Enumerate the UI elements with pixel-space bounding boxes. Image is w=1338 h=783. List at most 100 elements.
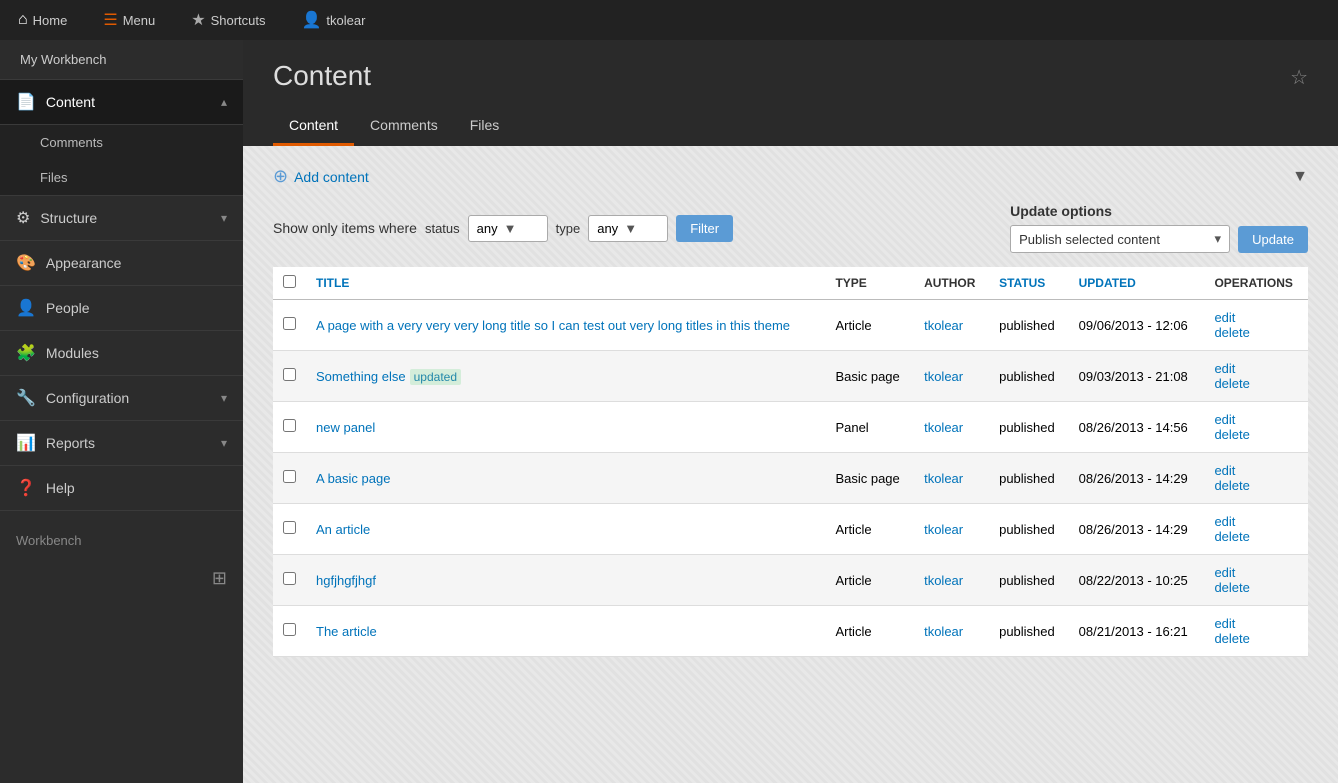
- sidebar-item-modules[interactable]: 🧩 Modules: [0, 331, 243, 376]
- col-updated[interactable]: UPDATED: [1069, 267, 1205, 300]
- tab-files[interactable]: Files: [454, 107, 516, 146]
- chevron-down-icon-config: ▾: [221, 391, 227, 405]
- sidebar-item-people-label: People: [46, 300, 90, 316]
- content-title-link[interactable]: new panel: [316, 420, 375, 435]
- sidebar-my-workbench[interactable]: My Workbench: [0, 40, 243, 80]
- sidebar-item-content[interactable]: 📄 Content ▴: [0, 80, 243, 125]
- op-delete-link[interactable]: delete: [1214, 427, 1298, 442]
- op-delete-link[interactable]: delete: [1214, 478, 1298, 493]
- nav-shortcuts-label: Shortcuts: [211, 13, 266, 28]
- status-select-value: any: [477, 221, 498, 236]
- content-type: Basic page: [825, 453, 914, 504]
- content-icon: 📄: [16, 92, 36, 112]
- col-status[interactable]: STATUS: [989, 267, 1069, 300]
- sidebar-sub-comments[interactable]: Comments: [0, 125, 243, 160]
- tab-content[interactable]: Content: [273, 107, 354, 146]
- content-area: Content Content Comments Files ☆ ⊕ Add c…: [243, 40, 1338, 783]
- row-checkbox[interactable]: [283, 317, 296, 330]
- content-title-link[interactable]: A basic page: [316, 471, 390, 486]
- sidebar-content-submenu: Comments Files: [0, 125, 243, 196]
- content-header: Content Content Comments Files ☆: [243, 40, 1338, 146]
- people-icon: 👤: [16, 298, 36, 318]
- nav-home-label: Home: [33, 13, 68, 28]
- row-checkbox[interactable]: [283, 470, 296, 483]
- author-link[interactable]: tkolear: [924, 522, 963, 537]
- op-edit-link[interactable]: edit: [1214, 565, 1298, 580]
- sidebar-item-configuration[interactable]: 🔧 Configuration ▾: [0, 376, 243, 421]
- content-updated: 08/22/2013 - 10:25: [1069, 555, 1205, 606]
- dropdown-arrow-icon[interactable]: ▼: [1292, 168, 1308, 186]
- update-select[interactable]: Publish selected content ▾: [1010, 225, 1230, 253]
- author-link[interactable]: tkolear: [924, 420, 963, 435]
- content-operations: editdelete: [1204, 555, 1308, 606]
- author-link[interactable]: tkolear: [924, 471, 963, 486]
- col-title[interactable]: TITLE: [306, 267, 825, 300]
- type-chevron-icon: ▼: [624, 221, 637, 236]
- author-link[interactable]: tkolear: [924, 624, 963, 639]
- bookmark-star-icon[interactable]: ☆: [1290, 65, 1308, 90]
- type-select[interactable]: any ▼: [588, 215, 668, 242]
- sidebar-item-appearance[interactable]: 🎨 Appearance: [0, 241, 243, 286]
- appearance-icon: 🎨: [16, 253, 36, 273]
- row-checkbox[interactable]: [283, 572, 296, 585]
- op-edit-link[interactable]: edit: [1214, 412, 1298, 427]
- row-checkbox[interactable]: [283, 419, 296, 432]
- nav-shortcuts[interactable]: ★ Shortcuts: [183, 5, 273, 35]
- content-operations: editdelete: [1204, 504, 1308, 555]
- op-edit-link[interactable]: edit: [1214, 616, 1298, 631]
- row-checkbox[interactable]: [283, 521, 296, 534]
- content-status: published: [989, 402, 1069, 453]
- content-title-link[interactable]: Something else: [316, 369, 406, 384]
- author-link[interactable]: tkolear: [924, 573, 963, 588]
- select-all-checkbox[interactable]: [283, 275, 296, 288]
- add-content-button[interactable]: ⊕ Add content: [273, 166, 369, 187]
- op-delete-link[interactable]: delete: [1214, 580, 1298, 595]
- filter-button[interactable]: Filter: [676, 215, 733, 242]
- nav-menu[interactable]: ☰ Menu: [95, 5, 163, 35]
- sidebar-sub-files[interactable]: Files: [0, 160, 243, 195]
- row-checkbox[interactable]: [283, 368, 296, 381]
- structure-icon: ⚙: [16, 208, 30, 228]
- table-row: new panelPaneltkolearpublished08/26/2013…: [273, 402, 1308, 453]
- sidebar-item-modules-label: Modules: [46, 345, 99, 361]
- author-link[interactable]: tkolear: [924, 318, 963, 333]
- sidebar-item-help[interactable]: ❓ Help: [0, 466, 243, 511]
- help-icon: ❓: [16, 478, 36, 498]
- sidebar-item-structure[interactable]: ⚙ Structure ▾: [0, 196, 243, 241]
- sidebar-item-configuration-label: Configuration: [46, 390, 129, 406]
- content-operations: editdelete: [1204, 351, 1308, 402]
- status-select[interactable]: any ▼: [468, 215, 548, 242]
- op-edit-link[interactable]: edit: [1214, 514, 1298, 529]
- op-edit-link[interactable]: edit: [1214, 310, 1298, 325]
- content-tabs: Content Comments Files: [273, 107, 515, 146]
- table-row: hgfjhgfjhgfArticletkolearpublished08/22/…: [273, 555, 1308, 606]
- op-edit-link[interactable]: edit: [1214, 361, 1298, 376]
- nav-user[interactable]: 👤 tkolear: [294, 5, 374, 35]
- tab-comments[interactable]: Comments: [354, 107, 454, 146]
- op-delete-link[interactable]: delete: [1214, 325, 1298, 340]
- content-updated: 09/06/2013 - 12:06: [1069, 300, 1205, 351]
- chevron-down-icon-reports: ▾: [221, 436, 227, 450]
- nav-user-label: tkolear: [326, 13, 365, 28]
- nav-home[interactable]: ⌂ Home: [10, 6, 75, 34]
- toolbar-align-area: ⊞: [0, 560, 243, 597]
- sidebar-item-people[interactable]: 👤 People: [0, 286, 243, 331]
- content-title-link[interactable]: A page with a very very very long title …: [316, 318, 790, 333]
- content-type: Article: [825, 504, 914, 555]
- author-link[interactable]: tkolear: [924, 369, 963, 384]
- update-button[interactable]: Update: [1238, 226, 1308, 253]
- op-delete-link[interactable]: delete: [1214, 376, 1298, 391]
- sidebar-item-content-label: Content: [46, 94, 95, 110]
- op-edit-link[interactable]: edit: [1214, 463, 1298, 478]
- sidebar-item-reports[interactable]: 📊 Reports ▾: [0, 421, 243, 466]
- op-delete-link[interactable]: delete: [1214, 631, 1298, 646]
- main-content: ⊕ Add content ▼ Show only items where st…: [243, 146, 1338, 783]
- row-checkbox[interactable]: [283, 623, 296, 636]
- op-delete-link[interactable]: delete: [1214, 529, 1298, 544]
- content-title-link[interactable]: The article: [316, 624, 377, 639]
- col-type: TYPE: [825, 267, 914, 300]
- content-title-link[interactable]: hgfjhgfjhgf: [316, 573, 376, 588]
- layout-icon[interactable]: ⊞: [212, 568, 227, 589]
- workbench-label: Workbench: [0, 521, 243, 560]
- content-title-link[interactable]: An article: [316, 522, 370, 537]
